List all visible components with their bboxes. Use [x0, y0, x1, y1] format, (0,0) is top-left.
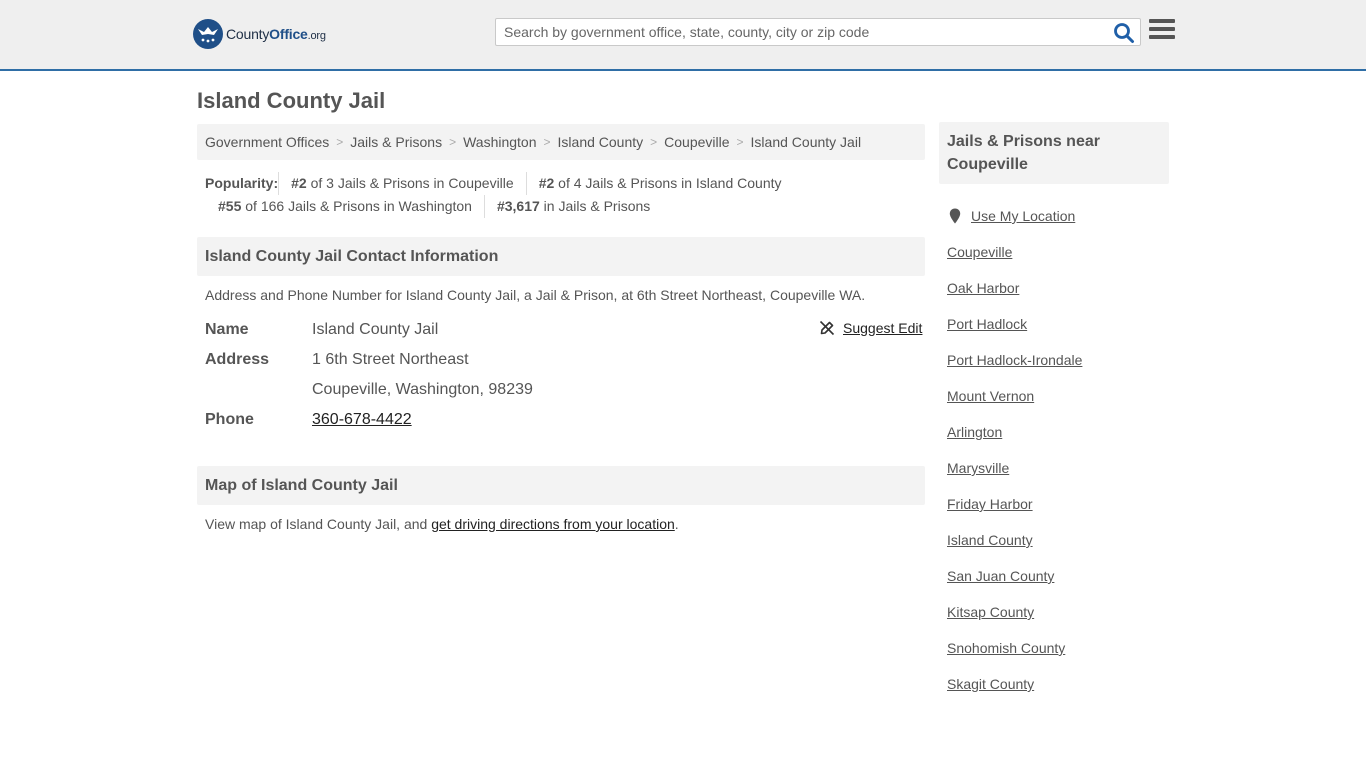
- breadcrumb-coupeville[interactable]: Coupeville: [664, 134, 729, 150]
- address-label: Address: [205, 351, 270, 368]
- search-icon: [1114, 23, 1134, 43]
- chevron-right-icon: >: [336, 135, 344, 149]
- address-line1: 1 6th Street Northeast: [312, 351, 469, 368]
- sidebar-item-arlington: Arlington: [947, 414, 1167, 450]
- breadcrumb-government-offices[interactable]: Government Offices: [205, 134, 329, 150]
- info-row-address: Address 1 6th Street Northeast: [205, 345, 925, 375]
- sidebar-link-friday-harbor[interactable]: Friday Harbor: [947, 496, 1033, 512]
- sidebar-item-friday-harbor: Friday Harbor: [947, 486, 1167, 522]
- chevron-right-icon: >: [449, 135, 457, 149]
- eagle-logo-icon: [193, 19, 223, 49]
- search-button[interactable]: [1113, 22, 1135, 44]
- sidebar-item-snohomish-county: Snohomish County: [947, 630, 1167, 666]
- breadcrumb-island-county[interactable]: Island County: [558, 134, 644, 150]
- sidebar-item-marysville: Marysville: [947, 450, 1167, 486]
- sidebar-item-port-hadlock: Port Hadlock: [947, 306, 1167, 342]
- address-line2: Coupeville, Washington, 98239: [312, 381, 533, 398]
- popularity-label: Popularity:: [205, 175, 279, 191]
- breadcrumb: Government Offices > Jails & Prisons > W…: [197, 124, 925, 160]
- chevron-right-icon: >: [736, 135, 744, 149]
- chevron-right-icon: >: [543, 135, 551, 149]
- hamburger-menu-button[interactable]: [1149, 19, 1175, 43]
- map-pin-icon: [949, 208, 961, 224]
- sidebar-item-skagit-county: Skagit County: [947, 666, 1167, 702]
- sidebar-link-island-county[interactable]: Island County: [947, 532, 1033, 548]
- popularity-ranks: Popularity: #2 of 3 Jails & Prisons in C…: [205, 172, 925, 218]
- sidebar-link-port-hadlock[interactable]: Port Hadlock: [947, 316, 1027, 332]
- sidebar-item-kitsap-county: Kitsap County: [947, 594, 1167, 630]
- popularity-rank-county: #2 of 4 Jails & Prisons in Island County: [525, 172, 794, 195]
- sidebar-item-island-county: Island County: [947, 522, 1167, 558]
- sidebar-item-use-location: Use My Location: [947, 198, 1167, 234]
- info-row-name: Name Island County Jail: [205, 315, 925, 345]
- sidebar-link-arlington[interactable]: Arlington: [947, 424, 1002, 440]
- contact-section-heading: Island County Jail Contact Information: [197, 237, 925, 276]
- popularity-rank-national: #3,617 in Jails & Prisons: [483, 195, 662, 218]
- sidebar-link-san-juan-county[interactable]: San Juan County: [947, 568, 1054, 584]
- info-row-phone: Phone 360-678-4422: [205, 405, 925, 435]
- sidebar-link-snohomish-county[interactable]: Snohomish County: [947, 640, 1065, 656]
- edit-off-icon: [819, 320, 835, 336]
- sidebar-item-coupeville: Coupeville: [947, 234, 1167, 270]
- chevron-right-icon: >: [650, 135, 658, 149]
- hamburger-menu-icon: [1149, 19, 1175, 23]
- logo-text: CountyOffice.org: [226, 26, 326, 42]
- popularity-rank-state: #55 of 166 Jails & Prisons in Washington: [218, 198, 472, 214]
- sidebar-link-coupeville[interactable]: Coupeville: [947, 244, 1012, 260]
- breadcrumb-jails-prisons[interactable]: Jails & Prisons: [350, 134, 442, 150]
- sidebar-link-mount-vernon[interactable]: Mount Vernon: [947, 388, 1034, 404]
- map-section-heading: Map of Island County Jail: [197, 466, 925, 505]
- use-my-location-link[interactable]: Use My Location: [971, 208, 1075, 224]
- sidebar-link-skagit-county[interactable]: Skagit County: [947, 676, 1034, 692]
- name-label: Name: [205, 321, 249, 338]
- phone-label: Phone: [205, 411, 254, 428]
- info-row-address-2: Coupeville, Washington, 98239: [205, 375, 925, 405]
- popularity-rank-city: #2 of 3 Jails & Prisons in Coupeville: [278, 172, 526, 195]
- sidebar-nearby-list: Use My Location Coupeville Oak Harbor Po…: [947, 198, 1167, 702]
- sidebar-item-oak-harbor: Oak Harbor: [947, 270, 1167, 306]
- driving-directions-link[interactable]: get driving directions from your locatio…: [431, 516, 675, 532]
- breadcrumb-washington[interactable]: Washington: [463, 134, 536, 150]
- suggest-edit-link[interactable]: Suggest Edit: [819, 320, 922, 336]
- sidebar-link-oak-harbor[interactable]: Oak Harbor: [947, 280, 1019, 296]
- page-title: Island County Jail: [197, 88, 386, 113]
- site-header: CountyOffice.org: [0, 0, 1366, 71]
- site-logo[interactable]: CountyOffice.org: [193, 19, 326, 49]
- contact-description: Address and Phone Number for Island Coun…: [205, 287, 866, 303]
- contact-info-table: Name Island County Jail Address 1 6th St…: [205, 315, 925, 435]
- search-box: [495, 18, 1141, 46]
- search-input[interactable]: [496, 19, 1106, 45]
- map-description: View map of Island County Jail, and get …: [205, 516, 679, 532]
- sidebar-item-mount-vernon: Mount Vernon: [947, 378, 1167, 414]
- sidebar-link-marysville[interactable]: Marysville: [947, 460, 1009, 476]
- sidebar-heading: Jails & Prisons near Coupeville: [939, 122, 1169, 184]
- name-value: Island County Jail: [312, 321, 439, 338]
- sidebar-link-port-hadlock-irondale[interactable]: Port Hadlock-Irondale: [947, 352, 1082, 368]
- breadcrumb-current: Island County Jail: [750, 134, 862, 150]
- sidebar-link-kitsap-county[interactable]: Kitsap County: [947, 604, 1034, 620]
- sidebar-item-san-juan-county: San Juan County: [947, 558, 1167, 594]
- phone-link[interactable]: 360-678-4422: [312, 411, 412, 428]
- sidebar-item-port-hadlock-irondale: Port Hadlock-Irondale: [947, 342, 1167, 378]
